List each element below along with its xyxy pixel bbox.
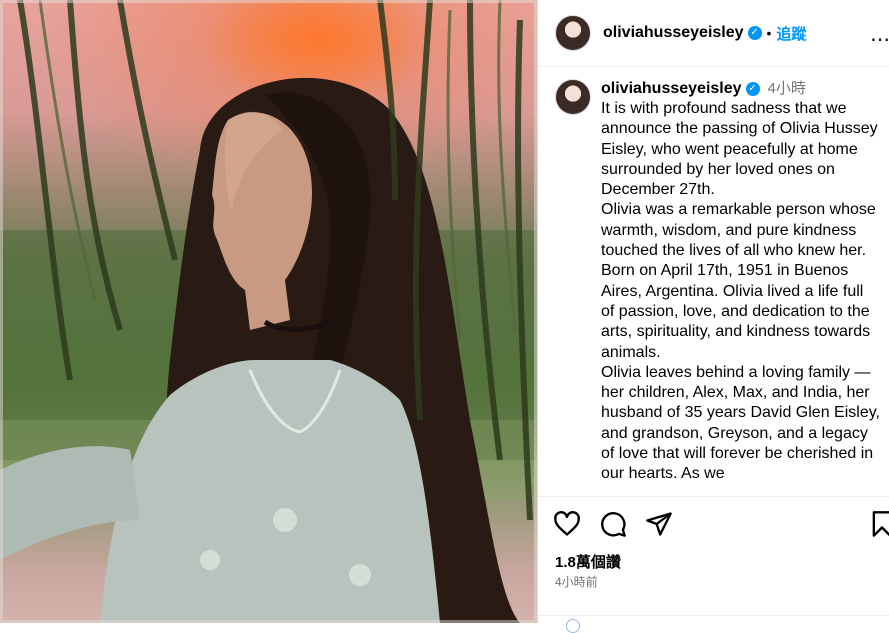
- more-horizontal-icon[interactable]: ⋯: [870, 27, 889, 52]
- caption-verified-badge-icon: ✓: [745, 81, 760, 96]
- post-photo[interactable]: [0, 0, 537, 623]
- author-username[interactable]: oliviahusseyeisley: [603, 24, 744, 42]
- comment-icon[interactable]: [599, 510, 627, 543]
- post-side-panel: oliviahusseyeisley ✓ • 追蹤 ⋯ oliviahussey…: [538, 0, 889, 633]
- heart-icon[interactable]: [553, 510, 581, 543]
- caption-scroll-area[interactable]: oliviahusseyeisley ✓ 4小時 It is with profou…: [538, 67, 889, 497]
- caption-username[interactable]: oliviahusseyeisley: [601, 80, 742, 97]
- caption-body: oliviahusseyeisley ✓ 4小時 It is with profou…: [601, 79, 881, 485]
- likes-count[interactable]: 1.8萬個讚: [555, 551, 621, 572]
- bookmark-icon[interactable]: [871, 510, 889, 543]
- follow-button[interactable]: 追蹤: [776, 23, 806, 44]
- post-timestamp[interactable]: 4小時前: [555, 573, 598, 590]
- verified-badge-icon: ✓: [747, 26, 762, 40]
- send-icon[interactable]: [645, 510, 673, 543]
- caption-time[interactable]: 4小時: [768, 80, 806, 97]
- post-actions: [553, 510, 889, 542]
- emoji-icon[interactable]: [566, 619, 580, 633]
- photo-illustration: [0, 0, 537, 623]
- caption-text: It is with profound sadness that we anno…: [601, 100, 880, 483]
- post-header: oliviahusseyeisley ✓ • 追蹤 ⋯: [538, 0, 889, 67]
- comment-box-separator: [538, 615, 889, 616]
- author-avatar[interactable]: [555, 15, 591, 51]
- caption-author-avatar[interactable]: [555, 79, 591, 115]
- caption-row: oliviahusseyeisley ✓ 4小時 It is with profou…: [555, 79, 881, 485]
- header-separator: •: [766, 25, 772, 41]
- caption-head: oliviahusseyeisley ✓ 4小時: [601, 79, 881, 99]
